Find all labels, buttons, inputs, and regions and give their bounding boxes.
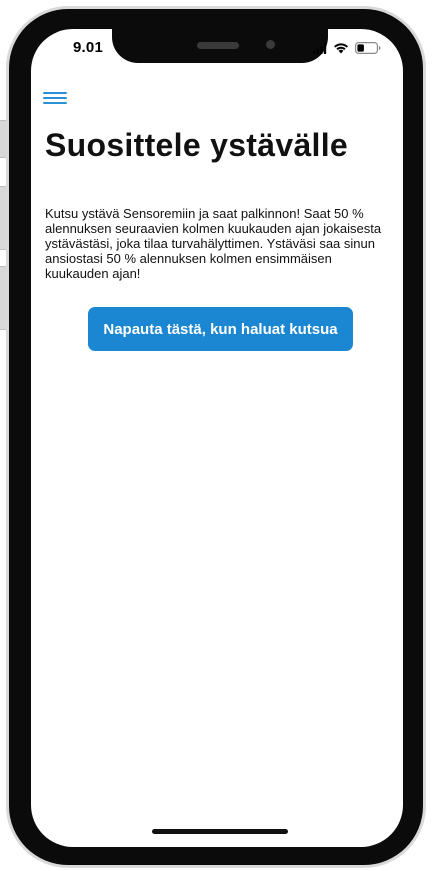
phone-screen: 9.01 Suosittele ystävälle Kutsu ystävä S…	[31, 29, 403, 847]
status-time: 9.01	[73, 39, 103, 56]
menu-line	[43, 97, 67, 99]
menu-line	[43, 92, 67, 94]
hamburger-menu-icon[interactable]	[43, 89, 67, 107]
front-camera	[266, 40, 275, 49]
notch	[112, 29, 328, 63]
phone-frame: 9.01 Suosittele ystävälle Kutsu ystävä S…	[6, 6, 426, 868]
speaker-grille	[197, 42, 239, 49]
device-frame-stage: 9.01 Suosittele ystävälle Kutsu ystävä S…	[0, 0, 432, 871]
phone-bezel: 9.01 Suosittele ystävälle Kutsu ystävä S…	[9, 9, 423, 865]
home-indicator[interactable]	[152, 829, 288, 834]
invite-friend-button[interactable]: Napauta tästä, kun haluat kutsua	[88, 307, 353, 351]
menu-line	[43, 102, 67, 104]
page-title: Suosittele ystävälle	[45, 127, 349, 163]
signal-icon	[313, 42, 327, 54]
referral-description: Kutsu ystävä Sensoremiin ja saat palkinn…	[45, 206, 382, 281]
status-icons	[313, 42, 381, 54]
battery-icon	[355, 42, 381, 54]
wifi-icon	[334, 43, 348, 54]
